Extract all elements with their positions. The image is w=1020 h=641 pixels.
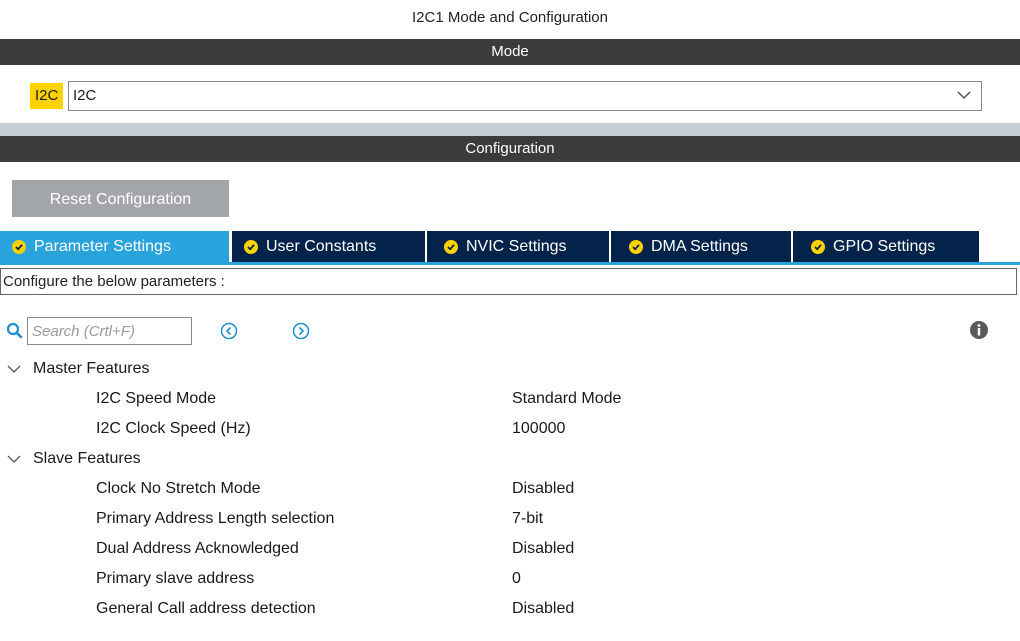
param-row[interactable]: I2C Clock Speed (Hz) 100000 [0,414,1020,444]
param-value[interactable]: 0 [512,564,521,594]
param-name: Dual Address Acknowledged [96,540,299,557]
tab-label: GPIO Settings [833,237,936,255]
tab-label: Parameter Settings [34,237,171,255]
param-row[interactable]: Clock No Stretch Mode Disabled [0,474,1020,504]
param-name: Primary slave address [96,570,255,587]
tab-nvic-settings[interactable]: NVIC Settings [427,231,611,262]
param-name: General Call address detection [96,600,316,617]
tab-label: DMA Settings [651,237,748,255]
tab-bar: Parameter Settings User Constants NVIC S… [0,231,1020,265]
mode-select[interactable]: I2C [68,81,982,111]
window-title: I2C1 Mode and Configuration [412,9,608,26]
param-value[interactable]: 7-bit [512,504,543,534]
group-label: Master Features [33,360,150,377]
param-value[interactable]: Disabled [512,474,574,504]
param-value[interactable]: 100000 [512,414,565,444]
search-input[interactable] [27,317,192,345]
search-icon[interactable] [6,322,24,340]
param-row[interactable]: Dual Address Acknowledged Disabled [0,534,1020,564]
chevron-down-icon[interactable] [7,453,21,465]
tab-label: User Constants [266,237,377,255]
param-value[interactable]: Disabled [512,594,574,624]
mode-select-value: I2C [73,87,97,104]
mode-tag: I2C [30,83,64,109]
section-divider [0,123,1020,136]
param-value[interactable]: Standard Mode [512,384,621,414]
tab-dma-settings[interactable]: DMA Settings [611,231,793,262]
param-row[interactable]: General Call address detection Disabled [0,594,1020,624]
group-master-features[interactable]: Master Features [0,354,1020,384]
mode-header: Mode [0,39,1020,65]
param-name: Clock No Stretch Mode [96,480,261,497]
configuration-header: Configuration [0,136,1020,162]
param-row[interactable]: I2C Speed Mode Standard Mode [0,384,1020,414]
reset-configuration-button[interactable]: Reset Configuration [12,180,229,217]
group-slave-features[interactable]: Slave Features [0,444,1020,474]
tab-gpio-settings[interactable]: GPIO Settings [793,231,979,262]
group-label: Slave Features [33,450,141,467]
tab-label: NVIC Settings [466,237,567,255]
check-circle-icon [811,239,825,254]
info-icon[interactable] [969,320,989,340]
mode-row: I2C I2C [30,81,982,111]
chevron-down-icon[interactable] [7,363,21,375]
check-circle-icon [444,239,458,254]
tab-user-constants[interactable]: User Constants [232,231,427,262]
tab-underline [0,262,1020,265]
check-circle-icon [244,239,258,254]
param-value[interactable]: Disabled [512,534,574,564]
chevron-left-circle-icon[interactable] [220,322,238,340]
param-name: I2C Speed Mode [96,390,217,407]
check-circle-icon [12,239,26,254]
chevron-down-icon [957,91,971,99]
param-name: I2C Clock Speed (Hz) [96,420,251,437]
param-name: Primary Address Length selection [96,510,335,527]
check-circle-icon [629,239,643,254]
param-row[interactable]: Primary Address Length selection 7-bit [0,504,1020,534]
tab-parameter-settings[interactable]: Parameter Settings [0,231,229,262]
chevron-right-circle-icon[interactable] [292,322,310,340]
param-row[interactable]: Primary slave address 0 [0,564,1020,594]
configure-instructions: Configure the below parameters : [0,268,1017,295]
